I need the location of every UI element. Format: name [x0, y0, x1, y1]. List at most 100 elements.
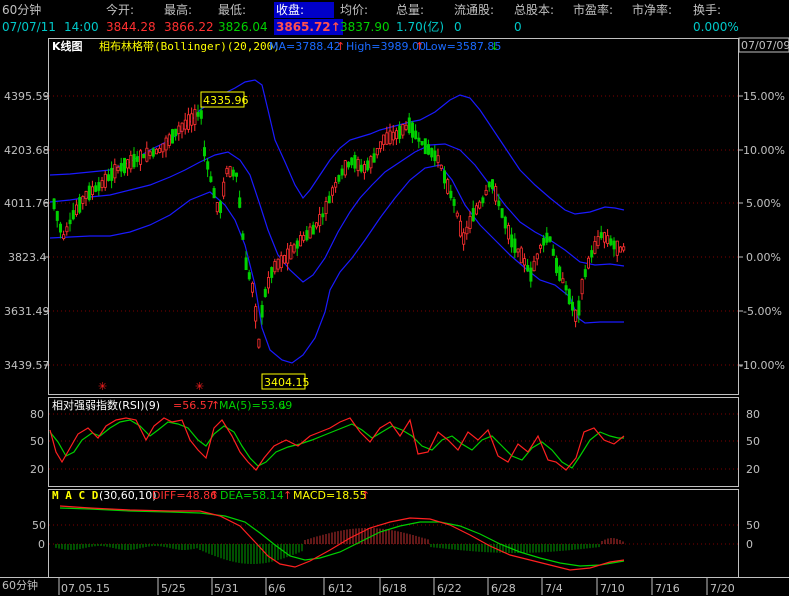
macd-dea: DEA=58.14	[220, 489, 284, 502]
date-box-text: 07/07/09	[741, 39, 789, 52]
candle-body	[449, 190, 453, 199]
macd-diff: DIFF=48.86	[152, 489, 217, 502]
rsi-tick: 20	[30, 463, 44, 476]
candle-body	[471, 208, 475, 222]
bollinger-indicator: 相布林格带(Bollinger)(20,200)	[99, 39, 280, 53]
pct-tick-label: 15.00%	[743, 90, 785, 103]
candle-body	[279, 255, 283, 269]
candle-body	[442, 170, 446, 184]
candle-body	[276, 258, 280, 270]
candle-body	[202, 147, 206, 157]
signal-star-icon: ✳	[98, 380, 107, 393]
candle-body	[107, 174, 111, 181]
candle-body	[571, 301, 575, 311]
candle-body	[346, 161, 350, 168]
candle-body	[458, 220, 462, 237]
pct-tick-label: 5.00%	[746, 197, 781, 210]
candle-body	[113, 164, 117, 179]
rsi-value: =56.57	[173, 399, 214, 412]
candle-body	[478, 201, 482, 209]
candle-body	[190, 113, 194, 126]
candle-body	[68, 219, 72, 225]
xaxis-ticks: 07.05.15 5/25 5/31 6/6 6/12 6/18 6/22 6/…	[61, 582, 735, 595]
candle-body	[260, 305, 264, 318]
candle-body	[94, 185, 98, 192]
candle-body	[148, 151, 152, 156]
macd-yaxis: 50 0 50 0	[32, 519, 760, 551]
candle-body	[282, 255, 286, 264]
candle-body	[161, 143, 165, 153]
candle-body	[305, 230, 309, 241]
candle-body	[78, 197, 82, 213]
candle-body	[362, 164, 366, 174]
candle-body	[439, 164, 443, 169]
macd-tick: 50	[746, 519, 760, 532]
bollinger-upper-band	[49, 79, 625, 215]
candle-body	[417, 137, 421, 142]
candle-body	[340, 168, 344, 176]
candle-body	[612, 240, 616, 250]
candle-body	[436, 155, 440, 163]
candle-body	[494, 186, 498, 202]
xtick-label: 6/22	[437, 582, 462, 595]
candle-body	[154, 148, 158, 155]
candle-body	[506, 225, 510, 240]
candle-body	[228, 166, 232, 177]
candle-body	[286, 248, 290, 264]
rsi-tick: 80	[30, 408, 44, 421]
candle-body	[132, 153, 136, 168]
candle-body	[382, 134, 386, 145]
candle-body	[318, 214, 322, 227]
candle-body	[583, 269, 587, 278]
candle-body	[577, 300, 581, 316]
pct-tick-label: -5.00%	[743, 305, 782, 318]
candle-body	[209, 176, 213, 182]
candles-layer	[52, 104, 626, 349]
candle-body	[241, 233, 245, 240]
candle-body	[218, 201, 222, 213]
candle-body	[484, 189, 488, 196]
candle-body	[490, 179, 494, 190]
candle-body	[606, 235, 610, 244]
candle-body	[430, 147, 434, 158]
candle-body	[138, 150, 142, 165]
candle-body	[135, 156, 139, 162]
candle-body	[619, 246, 623, 253]
candle-body	[513, 238, 517, 253]
low-down-arrow-icon: ↓	[490, 40, 499, 53]
ma-readout: MA=3788.42	[269, 40, 341, 53]
candle-body	[555, 257, 559, 274]
candle-body	[71, 210, 75, 220]
candle-body	[474, 205, 478, 215]
candle-body	[535, 253, 539, 260]
candle-body	[334, 182, 338, 188]
candle-body	[561, 278, 565, 284]
candle-body	[183, 119, 187, 130]
candle-body	[222, 181, 226, 197]
candle-body	[292, 244, 296, 253]
candle-body	[244, 257, 248, 271]
pct-tick-label: 10.00%	[743, 144, 785, 157]
candle-body	[84, 190, 88, 200]
candle-body	[356, 159, 360, 171]
xaxis-period-label: 60分钟	[2, 578, 38, 592]
ytick-label: 4395.59	[4, 90, 50, 103]
xtick-label: 7/16	[655, 582, 680, 595]
xtick-label: 6/6	[268, 582, 286, 595]
candle-body	[247, 272, 251, 280]
candle-body	[177, 125, 181, 134]
candle-body	[75, 204, 79, 215]
candle-body	[615, 240, 619, 256]
candle-body	[273, 261, 277, 273]
chart-canvas[interactable]: 07/07/09 4395.59 4203.68 4011.76 3823.4 …	[0, 0, 789, 596]
candle-body	[142, 153, 146, 159]
signal-star-icon: ✳	[195, 380, 204, 393]
kline-title: K线图	[52, 39, 83, 53]
xtick-label: 5/31	[214, 582, 239, 595]
candle-body	[542, 237, 546, 246]
candle-body	[308, 226, 312, 239]
candle-body	[532, 260, 536, 272]
candle-body	[103, 173, 107, 188]
kline-yaxis-left: 4395.59 4203.68 4011.76 3823.4 3631.49 3…	[4, 90, 50, 372]
candle-body	[289, 245, 293, 260]
